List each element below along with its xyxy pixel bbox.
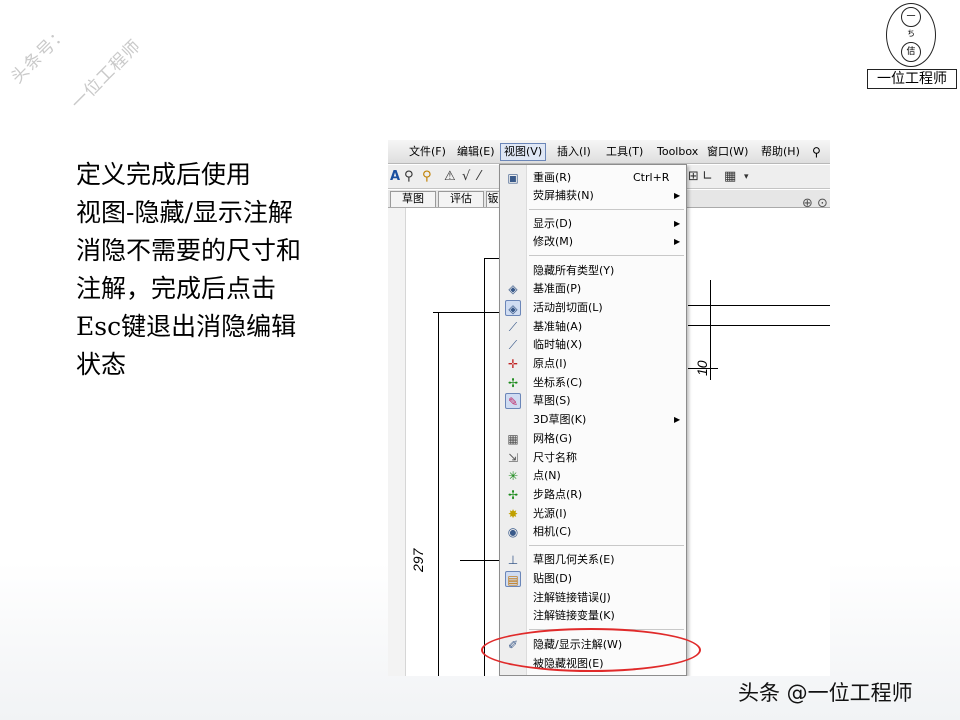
dimension-name-icon: ⇲ xyxy=(507,451,519,465)
section-plane-icon: ◈ xyxy=(505,300,521,316)
watermark-name: 一位工程师 xyxy=(67,35,146,114)
menu-item-dimension-names[interactable]: ⇲ 尺寸名称 xyxy=(500,449,686,467)
view-dropdown-menu: ▣ 重画(R) Ctrl+R 荧屏捕获(N) ▶ 显示(D) ▶ 修改(M) ▶… xyxy=(499,164,687,676)
highlight-ellipse xyxy=(481,628,701,672)
menu-item-display[interactable]: 显示(D) ▶ xyxy=(500,215,686,233)
menu-bar: 文件(F) 编辑(E) 视图(V) 插入(I) 工具(T) Toolbox 窗口… xyxy=(388,140,830,164)
sketch-relation-icon: ⊥ xyxy=(507,553,519,567)
axis-icon: ⟋ xyxy=(508,320,518,334)
table-icon[interactable]: ⊞ xyxy=(688,169,699,185)
probe-icon[interactable]: ⚲ xyxy=(422,169,432,185)
menu-separator xyxy=(529,545,684,546)
dimension-label-297: 297 xyxy=(410,548,426,572)
logo-glyph-top: 一 xyxy=(901,7,921,27)
dimension-line xyxy=(460,560,500,561)
dimension-label-10: 10 xyxy=(694,360,710,376)
instruction-line: 注解，完成后点击 xyxy=(76,274,277,303)
point-icon: ✳ xyxy=(507,469,519,483)
menu-item-sketch-relations[interactable]: ⊥ 草图几何关系(E) xyxy=(500,551,686,569)
pin-icon[interactable]: ⚲ xyxy=(812,145,821,159)
angle-icon[interactable]: ∟ xyxy=(702,169,713,185)
frame-line xyxy=(484,258,485,676)
instruction-line: 状态 xyxy=(76,350,127,379)
author-credit: 头条 @一位工程师 xyxy=(738,681,913,705)
menu-item-planes[interactable]: ◈ 基准面(P) xyxy=(500,280,686,298)
decal-icon: ▤ xyxy=(505,571,521,587)
menu-edit[interactable]: 编辑(E) xyxy=(454,144,498,160)
redraw-icon: ▣ xyxy=(507,171,519,185)
menu-item-screen-capture[interactable]: 荧屏捕获(N) ▶ xyxy=(500,187,686,205)
menu-tools[interactable]: 工具(T) xyxy=(603,144,646,160)
dimension-extension-line xyxy=(438,312,439,676)
menu-file[interactable]: 文件(F) xyxy=(406,144,449,160)
warning-icon[interactable]: ⚠ xyxy=(444,169,456,185)
left-panel-strip xyxy=(388,208,406,676)
frame-line xyxy=(484,258,500,259)
menu-item-points[interactable]: ✳ 点(N) xyxy=(500,467,686,485)
temp-axis-icon: ⟋ xyxy=(508,338,518,352)
menu-item-hide-all-types[interactable]: 隐藏所有类型(Y) xyxy=(500,262,686,280)
menu-item-origin[interactable]: ✛ 原点(I) xyxy=(500,355,686,373)
camera-icon: ◉ xyxy=(507,525,519,539)
plane-icon: ◈ xyxy=(508,282,518,296)
brand-logo: 一 ち 佶 一位工程师 xyxy=(866,3,958,89)
menu-item-lights[interactable]: ✸ 光源(I) xyxy=(500,505,686,523)
logo-label: 一位工程师 xyxy=(867,69,957,89)
menu-item-decals[interactable]: ▤ 贴图(D) xyxy=(500,570,686,588)
tab-sketch[interactable]: 草图 xyxy=(390,191,436,207)
menu-item-grid[interactable]: ▦ 网格(G) xyxy=(500,430,686,448)
sketch-line-icon[interactable]: ⁄ xyxy=(478,169,480,185)
logo-seal: 一 ち 佶 xyxy=(886,3,936,67)
menu-separator xyxy=(529,255,684,256)
logo-glyph-mid: ち xyxy=(907,29,915,38)
instruction-line: 消隐不需要的尺寸和 xyxy=(76,236,302,265)
instruction-line: 视图-隐藏/显示注解 xyxy=(76,198,293,227)
menu-item-temp-axes[interactable]: ⟋ 临时轴(X) xyxy=(500,336,686,354)
logo-glyph-bottom: 佶 xyxy=(901,42,921,62)
tab-sheetmetal[interactable]: 钣 xyxy=(486,191,500,207)
route-point-icon: ✢ xyxy=(507,488,519,502)
menu-item-sketch[interactable]: ✎ 草图(S) xyxy=(500,392,686,410)
grid-table-icon[interactable]: ▦ xyxy=(724,169,736,185)
menu-view[interactable]: 视图(V) xyxy=(500,143,547,161)
menu-item-modify[interactable]: 修改(M) ▶ xyxy=(500,233,686,251)
menu-item-redraw[interactable]: ▣ 重画(R) Ctrl+R xyxy=(500,169,686,187)
menu-item-route-points[interactable]: ✢ 步路点(R) xyxy=(500,486,686,504)
zoom-icon[interactable]: ⚲ xyxy=(404,169,414,185)
menu-insert[interactable]: 插入(I) xyxy=(554,144,594,160)
submenu-arrow-icon: ▶ xyxy=(674,415,681,424)
menu-window[interactable]: 窗口(W) xyxy=(704,144,751,160)
menu-item-3d-sketch[interactable]: 3D草图(K) ▶ xyxy=(500,411,686,429)
tab-evaluate[interactable]: 评估 xyxy=(438,191,484,207)
coordinate-system-icon: ✢ xyxy=(507,376,519,390)
text-tool-icon[interactable]: A xyxy=(390,169,400,185)
instruction-text: 定义完成后使用 视图-隐藏/显示注解 消隐不需要的尺寸和 注解，完成后点击 Es… xyxy=(76,156,376,384)
instruction-line: 定义完成后使用 xyxy=(76,160,252,189)
menu-item-coordinate-system[interactable]: ✢ 坐标系(C) xyxy=(500,374,686,392)
software-screenshot: 文件(F) 编辑(E) 视图(V) 插入(I) 工具(T) Toolbox 窗口… xyxy=(388,140,830,676)
submenu-arrow-icon: ▶ xyxy=(674,191,681,200)
menu-item-section-plane[interactable]: ◈ 活动剖切面(L) xyxy=(500,299,686,317)
check-icon[interactable]: √ xyxy=(462,169,470,185)
menu-toolbox[interactable]: Toolbox xyxy=(654,144,701,160)
dropdown-arrow-icon[interactable]: ▾ xyxy=(744,169,749,185)
submenu-arrow-icon: ▶ xyxy=(674,237,681,246)
instruction-line: Esc键退出消隐编辑 xyxy=(76,312,297,341)
menu-help[interactable]: 帮助(H) xyxy=(758,144,803,160)
origin-icon: ✛ xyxy=(507,357,519,371)
menu-item-annotation-link-variables[interactable]: 注解链接变量(K) xyxy=(500,607,686,625)
watermark-prefix: 头条号： xyxy=(7,22,73,88)
submenu-arrow-icon: ▶ xyxy=(674,219,681,228)
dimension-extension-line xyxy=(710,280,711,380)
menu-item-cameras[interactable]: ◉ 相机(C) xyxy=(500,523,686,541)
menu-separator xyxy=(529,209,684,210)
menu-item-axes[interactable]: ⟋ 基准轴(A) xyxy=(500,318,686,336)
grid-icon: ▦ xyxy=(507,432,519,446)
dimension-line xyxy=(433,312,503,313)
sketch-icon: ✎ xyxy=(505,393,521,409)
menu-item-annotation-link-errors[interactable]: 注解链接错误(J) xyxy=(500,589,686,607)
light-icon: ✸ xyxy=(507,507,519,521)
